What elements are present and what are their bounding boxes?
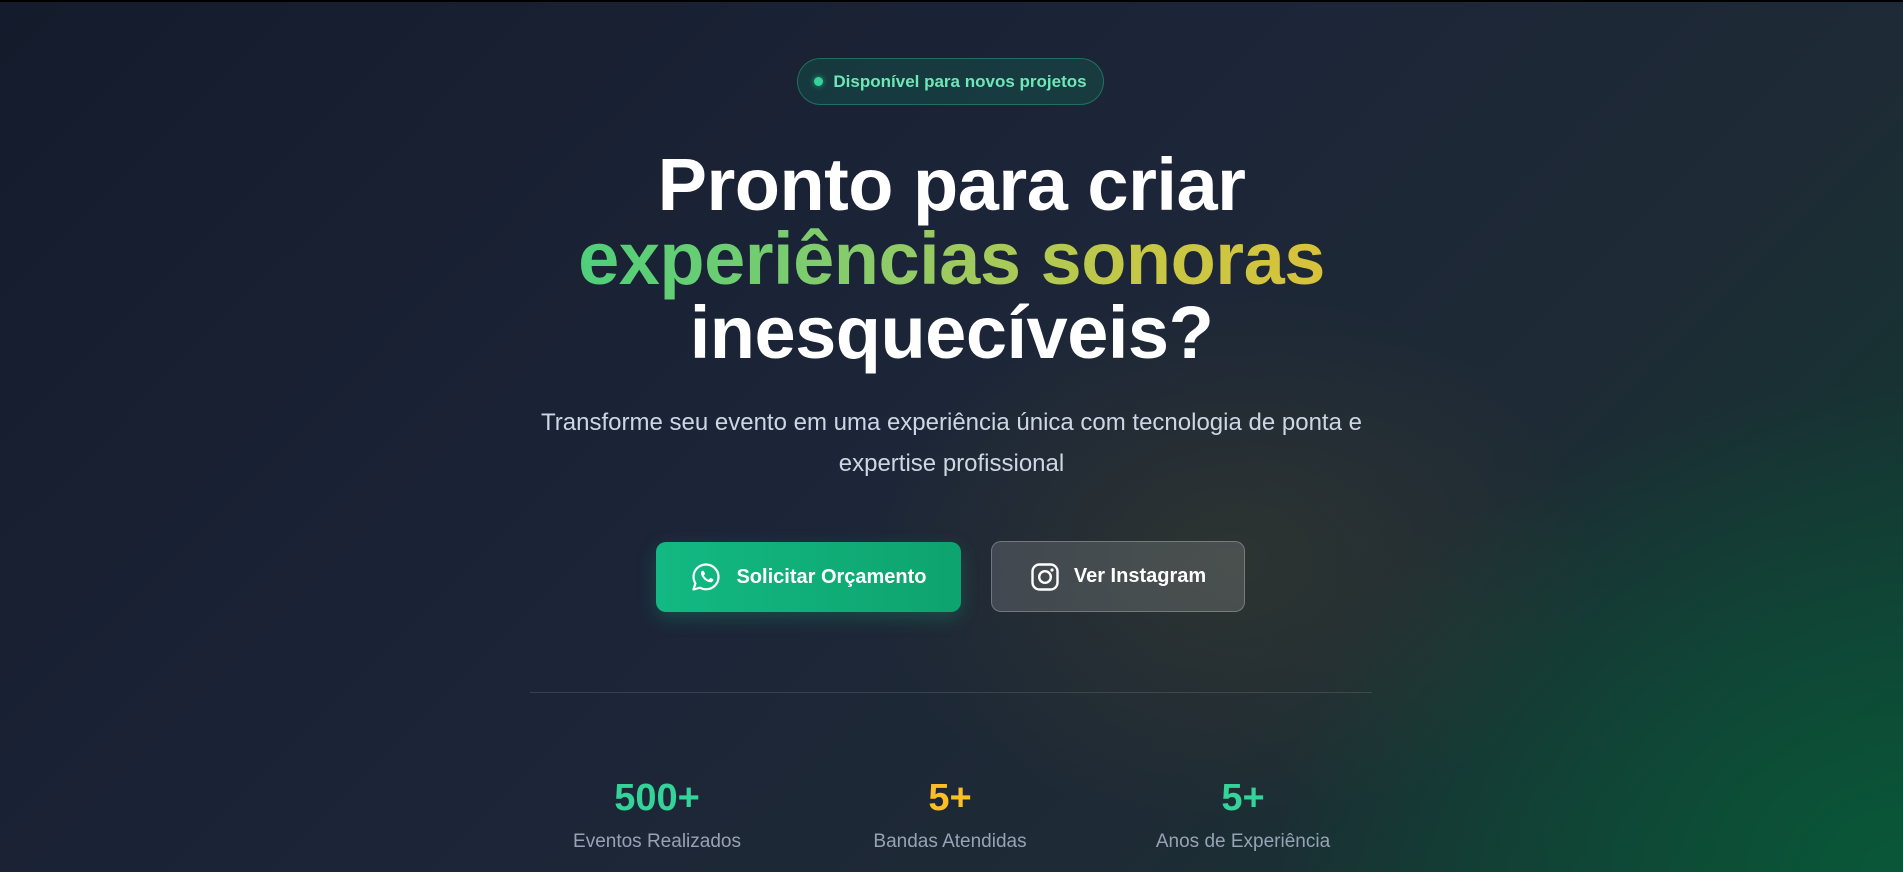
view-instagram-button[interactable]: Ver Instagram bbox=[991, 541, 1245, 612]
stat-bands-value: 5+ bbox=[928, 777, 972, 819]
top-border bbox=[0, 0, 1903, 2]
whatsapp-icon bbox=[690, 561, 722, 593]
view-instagram-label: Ver Instagram bbox=[1073, 565, 1207, 587]
headline-line-1: Pronto para criar bbox=[657, 143, 1246, 226]
stat-events-label: Eventos Realizados bbox=[573, 831, 741, 852]
section-divider bbox=[530, 692, 1372, 693]
request-quote-button[interactable]: Solicitar Orçamento bbox=[656, 542, 961, 612]
status-dot-icon bbox=[814, 77, 824, 86]
request-quote-label: Solicitar Orçamento bbox=[736, 565, 927, 588]
headline-line-3: inesquecíveis? bbox=[689, 291, 1214, 374]
availability-badge-text: Disponível para novos projetos bbox=[833, 71, 1087, 91]
stat-events-value: 500+ bbox=[614, 777, 700, 819]
stat-years-label: Anos de Experiência bbox=[1155, 831, 1331, 852]
stat-bands: 5+ Bandas Atendidas bbox=[820, 776, 1080, 854]
hero-headline: Pronto para criar experiências sonoras i… bbox=[0, 148, 1903, 370]
headline-highlight: experiências sonoras bbox=[578, 217, 1325, 300]
cta-hero-section: Disponível para novos projetos Pronto pa… bbox=[0, 0, 1903, 872]
availability-badge: Disponível para novos projetos bbox=[797, 58, 1104, 105]
stat-years: 5+ Anos de Experiência bbox=[1113, 776, 1373, 854]
instagram-icon bbox=[1030, 562, 1060, 592]
hero-subtitle: Transforme seu evento em uma experiência… bbox=[541, 409, 1362, 477]
stat-events: 500+ Eventos Realizados bbox=[527, 776, 787, 854]
stat-years-value: 5+ bbox=[1221, 777, 1265, 819]
stat-bands-label: Bandas Atendidas bbox=[873, 831, 1027, 852]
